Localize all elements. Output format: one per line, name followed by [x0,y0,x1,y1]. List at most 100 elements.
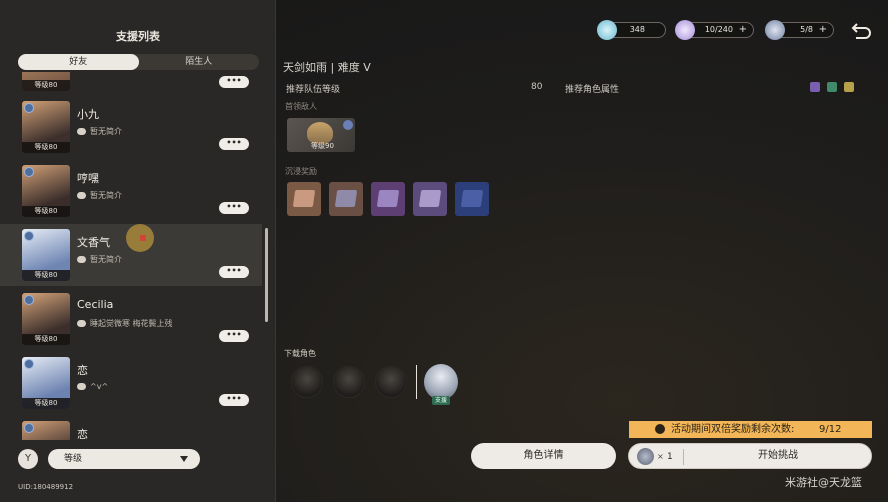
player-name: Cecilia [77,298,114,311]
level-label: 等级80 [22,142,70,153]
stage-title: 天剑如雨 | 难度 V [283,61,371,74]
resource-crystal[interactable]: 348 [597,20,666,40]
boss-section-label: 首领敌人 [285,102,317,111]
element-badge-icon [24,231,34,241]
avatar [22,421,70,440]
resource-ticket[interactable]: 5/8 + [765,20,834,40]
filter-icon[interactable]: Y [18,449,38,469]
divider [683,449,684,465]
divider [416,365,417,399]
element-badge-icon [24,103,34,113]
signature: 暂无简介 [77,126,122,137]
attr-quantum-icon [844,82,854,92]
signature-text: 睡起觉微寒 梅花鬓上残 [90,319,173,328]
material-icon [376,190,400,207]
signature-text: ^v^ [90,382,109,391]
game-screen: 支援列表 好友 陌生人 等级80 ••• 等级80 小九 暂无简介 ••• 等级… [0,0,888,502]
support-slot[interactable] [424,364,458,400]
team-slot[interactable] [291,366,323,398]
add-stamina-button[interactable]: + [739,23,747,37]
signature: ^v^ [77,382,108,391]
resource-value: 5/8 [800,25,813,34]
tab-strangers[interactable]: 陌生人 [139,54,260,70]
paw-icon [655,424,665,434]
resource-value: 348 [629,25,645,34]
boss-level: 等级90 [311,142,334,150]
more-button[interactable]: ••• [219,266,249,278]
resource-stamina[interactable]: 10/240 + [675,20,754,40]
attr-psychic-icon [810,82,820,92]
player-name: 恋 [77,364,88,377]
list-item[interactable]: 等级80 ••• [0,72,262,96]
list-scrollbar[interactable] [265,228,268,322]
chat-bubble-icon [77,128,86,135]
level-label: 等级80 [22,270,70,281]
reward-item[interactable] [455,182,489,216]
resource-value: 10/240 [704,25,733,34]
avatar: 等级80 [22,165,70,217]
team-label: 下载角色 [284,349,316,358]
level-label: 等级80 [22,206,70,217]
caret-down-icon [180,456,188,462]
watermark: 米游社@天龙篮 [785,476,862,489]
character-detail-button[interactable]: 角色详情 [471,443,616,469]
team-slot[interactable] [375,366,407,398]
boss-element-icon [343,120,353,130]
sort-label: 等级 [64,454,83,464]
ticket-icon [765,20,785,40]
list-item[interactable]: 恋 [0,416,262,440]
list-item[interactable]: 等级80 小九 暂无简介 ••• [0,96,262,158]
signature: 睡起觉微寒 梅花鬓上残 [77,318,173,329]
more-button[interactable]: ••• [219,76,249,88]
chat-bubble-icon [77,256,86,263]
element-badge-icon [24,423,34,433]
team-slot[interactable] [333,366,365,398]
crystal-icon [597,20,617,40]
player-name: 文香气 [77,236,110,249]
touch-cursor-icon [126,224,154,252]
more-button[interactable]: ••• [219,330,249,342]
panel-title: 支援列表 [116,30,160,43]
element-badge-icon [24,359,34,369]
list-item[interactable]: 等级80 哼嘿 暂无简介 ••• [0,160,262,222]
list-item[interactable]: 等级80 恋 ^v^ ••• [0,352,262,414]
more-button[interactable]: ••• [219,202,249,214]
more-button[interactable]: ••• [219,138,249,150]
avatar: 等级80 [22,72,70,91]
avatar: 等级80 [22,357,70,409]
rec-level-value: 80 [531,82,543,92]
signature-text: 暂无简介 [90,191,122,200]
support-list[interactable]: 等级80 ••• 等级80 小九 暂无简介 ••• 等级80 哼嘿 暂无简介 •… [0,72,262,440]
boss-card[interactable]: 等级90 [287,118,355,152]
signature-text: 暂无简介 [90,255,122,264]
reward-item[interactable] [413,182,447,216]
material-icon [418,190,442,207]
element-badge-icon [24,167,34,177]
tab-friends[interactable]: 好友 [18,54,139,70]
signature-text: 暂无简介 [90,127,122,136]
event-banner: 活动期间双倍奖励剩余次数: 9/12 [629,421,872,438]
sort-dropdown[interactable]: 等级 [48,449,200,469]
reward-item[interactable] [371,182,405,216]
add-ticket-button[interactable]: + [819,23,827,37]
avatar: 等级80 [22,293,70,345]
player-name: 恋 [77,428,88,440]
signature: 暂无简介 [77,254,122,265]
player-name: 小九 [77,108,99,121]
signature: 暂无简介 [77,190,122,201]
rewards-section-label: 沉浸奖励 [285,167,317,176]
level-label: 等级80 [22,80,70,91]
friend-tabs: 好友 陌生人 [18,54,259,70]
material-icon [460,190,484,207]
uid-label: UID:180489912 [18,483,74,491]
more-button[interactable]: ••• [219,394,249,406]
level-label: 等级80 [22,398,70,409]
list-item[interactable]: 等级80 Cecilia 睡起觉微寒 梅花鬓上残 ••• [0,288,262,350]
cost-multiplier: × [657,452,664,461]
reward-item[interactable] [287,182,321,216]
element-badge-icon [24,295,34,305]
support-tag: 支援 [432,396,450,405]
start-challenge-button[interactable]: × 1 开始挑战 [628,443,872,469]
back-icon[interactable] [850,22,872,40]
reward-item[interactable] [329,182,363,216]
